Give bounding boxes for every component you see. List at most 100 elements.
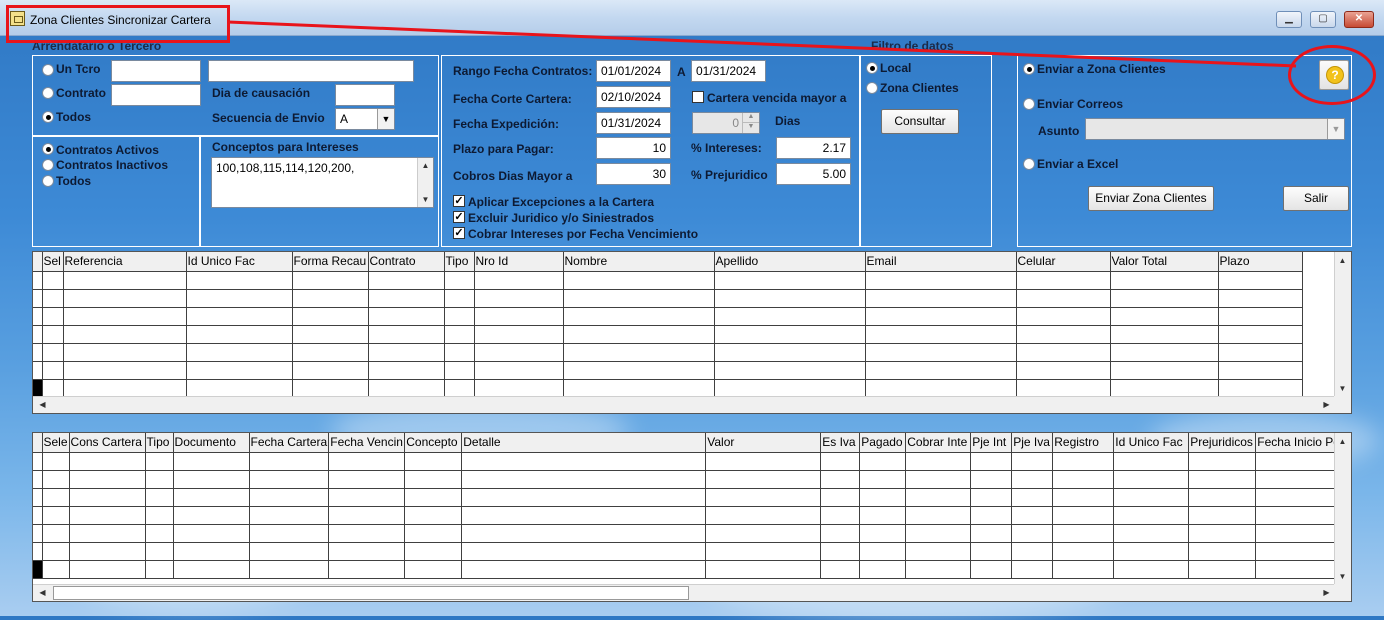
column-header[interactable]: Fecha Vencin — [328, 433, 406, 453]
corte-field[interactable]: 02/10/2024 — [596, 86, 671, 108]
column-header[interactable]: Nro Id — [474, 252, 564, 272]
table-cell[interactable] — [1113, 506, 1190, 525]
table-cell[interactable] — [404, 560, 463, 579]
table-cell[interactable] — [368, 361, 445, 380]
spin-up-icon[interactable]: ▲ — [742, 113, 759, 123]
table-cell[interactable] — [42, 488, 70, 507]
table-cell[interactable] — [474, 271, 564, 290]
scroll-right-icon[interactable]: ▶ — [1319, 585, 1334, 600]
table-cell[interactable] — [1052, 560, 1115, 579]
table-cell[interactable] — [705, 560, 822, 579]
table-cell[interactable] — [1255, 524, 1342, 543]
cartera-grid[interactable]: Sele Cons Cartera Tipo Documento Fecha Carte… — [32, 432, 1352, 602]
todos-radio[interactable] — [42, 111, 54, 123]
table-cell[interactable] — [859, 452, 907, 471]
table-cell[interactable] — [474, 379, 564, 398]
table-cell[interactable] — [461, 560, 707, 579]
column-header[interactable]: Cons Cartera — [69, 433, 146, 453]
row-selector[interactable] — [33, 307, 43, 326]
table-cell[interactable] — [186, 343, 293, 362]
column-header[interactable]: Tipo — [145, 433, 174, 453]
table-row[interactable] — [33, 379, 1303, 398]
cobros-field[interactable]: 30 — [596, 163, 671, 185]
table-cell[interactable] — [292, 289, 369, 308]
enviar-zona-radio[interactable] — [1023, 63, 1035, 75]
table-cell[interactable] — [1218, 271, 1303, 290]
table-cell[interactable] — [69, 470, 146, 489]
table-cell[interactable] — [404, 488, 463, 507]
scroll-right-icon[interactable]: ▶ — [1319, 397, 1334, 412]
table-cell[interactable] — [1255, 470, 1342, 489]
table-cell[interactable] — [1052, 452, 1115, 471]
table-cell[interactable] — [368, 271, 445, 290]
table-row[interactable] — [33, 524, 1342, 543]
contratos-todos-radio[interactable] — [42, 175, 54, 187]
consultar-button[interactable]: Consultar — [881, 109, 959, 134]
table-cell[interactable] — [444, 343, 475, 362]
table-cell[interactable] — [1052, 506, 1115, 525]
table-cell[interactable] — [42, 271, 64, 290]
table-cell[interactable] — [865, 343, 1017, 362]
table-cell[interactable] — [1052, 542, 1115, 561]
table-cell[interactable] — [42, 307, 64, 326]
column-header[interactable]: Referencia — [63, 252, 187, 272]
table-cell[interactable] — [905, 470, 972, 489]
table-cell[interactable] — [1011, 506, 1054, 525]
grid1-vertical-scrollbar[interactable]: ▲ ▼ — [1334, 252, 1351, 397]
table-cell[interactable] — [173, 488, 250, 507]
table-cell[interactable] — [404, 506, 463, 525]
table-cell[interactable] — [905, 524, 972, 543]
table-cell[interactable] — [328, 488, 406, 507]
table-cell[interactable] — [1110, 325, 1219, 344]
table-cell[interactable] — [905, 560, 972, 579]
table-cell[interactable] — [173, 542, 250, 561]
table-cell[interactable] — [1016, 289, 1111, 308]
table-cell[interactable] — [186, 307, 293, 326]
table-cell[interactable] — [820, 524, 861, 543]
column-header[interactable]: Pje Iva — [1011, 433, 1054, 453]
table-cell[interactable] — [444, 379, 475, 398]
table-cell[interactable] — [292, 271, 369, 290]
column-header[interactable]: Email — [865, 252, 1017, 272]
table-cell[interactable] — [1255, 542, 1342, 561]
column-header[interactable]: Documento — [173, 433, 250, 453]
table-cell[interactable] — [292, 379, 369, 398]
table-cell[interactable] — [714, 289, 866, 308]
table-cell[interactable] — [1113, 542, 1190, 561]
enviar-correos-radio[interactable] — [1023, 98, 1035, 110]
grid2-vertical-scrollbar[interactable]: ▲ ▼ — [1334, 433, 1351, 585]
conceptos-textarea[interactable]: 100,108,115,114,120,200, ▲ ▼ — [211, 157, 434, 208]
column-header[interactable]: Prejuridicos — [1188, 433, 1257, 453]
table-cell[interactable] — [145, 560, 174, 579]
table-cell[interactable] — [859, 506, 907, 525]
table-cell[interactable] — [1218, 307, 1303, 326]
table-cell[interactable] — [865, 325, 1017, 344]
table-cell[interactable] — [249, 506, 330, 525]
table-cell[interactable] — [1255, 506, 1342, 525]
table-cell[interactable] — [1011, 542, 1054, 561]
table-cell[interactable] — [474, 325, 564, 344]
maximize-button[interactable]: ▢ — [1310, 11, 1336, 28]
table-cell[interactable] — [186, 289, 293, 308]
table-cell[interactable] — [859, 488, 907, 507]
table-cell[interactable] — [1011, 524, 1054, 543]
column-header[interactable]: Concepto — [404, 433, 463, 453]
table-cell[interactable] — [461, 506, 707, 525]
table-cell[interactable] — [249, 470, 330, 489]
table-cell[interactable] — [328, 452, 406, 471]
table-cell[interactable] — [42, 506, 70, 525]
row-selector[interactable] — [33, 452, 43, 471]
table-cell[interactable] — [173, 560, 250, 579]
table-cell[interactable] — [69, 542, 146, 561]
table-cell[interactable] — [328, 506, 406, 525]
table-cell[interactable] — [328, 560, 406, 579]
table-cell[interactable] — [859, 542, 907, 561]
table-cell[interactable] — [368, 289, 445, 308]
table-cell[interactable] — [461, 488, 707, 507]
table-cell[interactable] — [714, 325, 866, 344]
expedicion-field[interactable]: 01/31/2024 — [596, 112, 671, 134]
scroll-left-icon[interactable]: ◀ — [35, 397, 50, 412]
table-cell[interactable] — [1113, 524, 1190, 543]
salir-button[interactable]: Salir — [1283, 186, 1349, 211]
row-selector[interactable] — [33, 560, 43, 579]
